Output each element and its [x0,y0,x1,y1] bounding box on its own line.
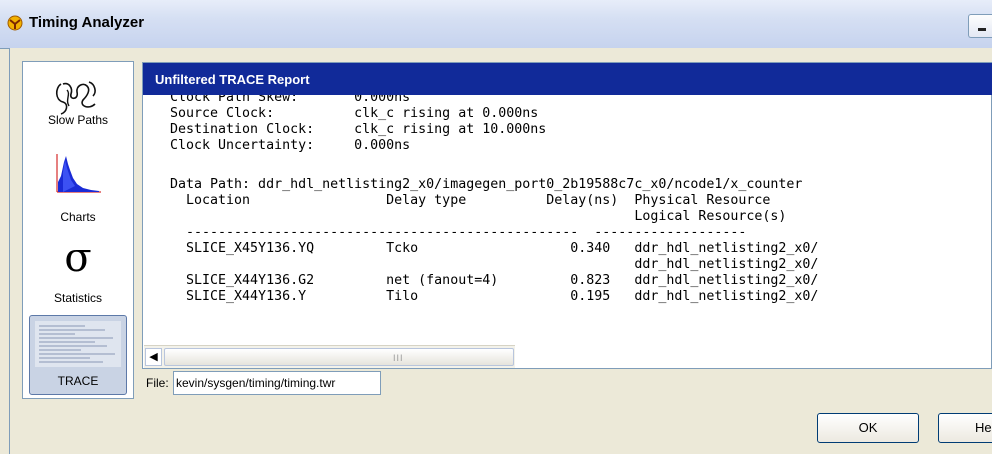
report-text-area[interactable]: Clock Path Skew: 0.000ns Source Clock: c… [143,95,991,345]
report-line: SLICE_X45Y136.YQ Tcko 0.340 ddr_hdl_netl… [170,241,819,256]
report-line: Clock Uncertainty: 0.000ns [170,138,411,153]
sidebar-item-charts[interactable]: Charts [23,154,133,224]
report-line: Source Clock: clk_c rising at 0.000ns [170,106,539,121]
view-sidebar: Slow Paths Charts σ Statistics TRACE [22,61,134,399]
scroll-grip: III [393,353,404,363]
slow-paths-icon [55,81,96,115]
app-icon [7,15,23,31]
report-line: Logical Resource(s) [170,209,787,224]
report-header: Unfiltered TRACE Report [143,63,992,95]
chart-icon [56,154,101,193]
trace-icon [35,321,121,367]
minimize-icon [978,28,986,31]
sidebar-label-slow-paths: Slow Paths [47,113,109,127]
file-label: File: [146,376,169,390]
report-line: Data Path: ddr_hdl_netlisting2_x0/imageg… [170,177,803,192]
help-button[interactable]: Help [938,413,992,443]
report-line: SLICE_X44Y136.G2 net (fanout=4) 0.823 dd… [170,273,819,288]
sidebar-label-trace: TRACE [57,374,99,388]
file-path-field[interactable]: kevin/sysgen/timing/timing.twr [173,371,381,395]
ok-button[interactable]: OK [817,413,919,443]
scroll-left-arrow-icon[interactable]: ◀ [145,348,162,366]
report-line: Destination Clock: clk_c rising at 10.00… [170,122,547,137]
scroll-thumb[interactable]: III [164,348,514,366]
report-line: Location Delay type Delay(ns) Physical R… [170,193,771,208]
sigma-icon: σ [64,235,92,281]
report-line: ddr_hdl_netlisting2_x0/ [170,257,819,272]
sidebar-item-slow-paths[interactable]: Slow Paths [23,70,133,132]
sidebar-label-statistics: Statistics [53,291,102,305]
report-line: SLICE_X44Y136.Y Tilo 0.195 ddr_hdl_netli… [170,289,819,304]
sidebar-item-statistics[interactable]: σ Statistics [23,235,133,310]
minimize-button[interactable] [968,14,992,38]
title-bar[interactable]: Timing Analyzer [0,0,992,49]
timing-analyzer-window: Timing Analyzer Slow Paths Charts σ Stat… [0,0,992,454]
report-line: ----------------------------------------… [170,225,747,240]
sidebar-label-charts: Charts [60,210,96,224]
report-line: Clock Path Skew: 0.000ns [170,95,411,105]
report-title: Unfiltered TRACE Report [155,72,310,87]
window-title: Timing Analyzer [29,14,145,31]
sidebar-item-trace[interactable]: TRACE [29,315,127,395]
report-panel: Unfiltered TRACE Report Clock Path Skew:… [142,62,992,369]
horizontal-scrollbar[interactable]: ◀ III [144,345,515,368]
